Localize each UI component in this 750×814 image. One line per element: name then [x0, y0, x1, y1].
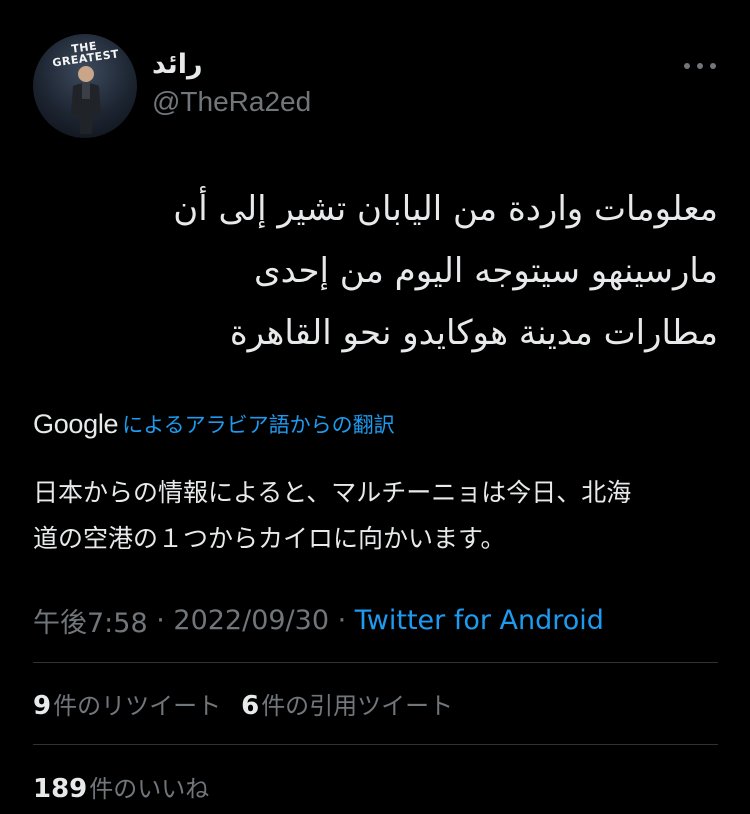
avatar-person-silhouette: [71, 66, 101, 134]
likes-stat[interactable]: 189 件のいいね: [33, 769, 209, 804]
likes-count: 189: [33, 773, 88, 804]
divider: [33, 744, 718, 745]
likes-stats-row: 189 件のいいね: [33, 766, 209, 806]
more-options-button[interactable]: [678, 52, 722, 80]
quote-tweets-label: 件の引用ツイート: [261, 691, 454, 720]
meta-separator: ·: [147, 604, 174, 636]
retweets-stat[interactable]: 9 件のリツイート: [33, 686, 221, 721]
more-horizontal-icon: [684, 63, 716, 69]
translation-link[interactable]: によるアラビア語からの翻訳: [122, 409, 394, 439]
quote-tweets-stat[interactable]: 6 件の引用ツイート: [241, 686, 453, 721]
tweet-source-link[interactable]: Twitter for Android: [355, 605, 604, 636]
likes-label: 件のいいね: [89, 774, 210, 803]
divider: [33, 662, 718, 663]
tweet-time[interactable]: 午後7:58: [33, 601, 148, 640]
author-handle[interactable]: @TheRa2ed: [152, 86, 311, 118]
meta-separator: ·: [329, 604, 355, 636]
retweets-count: 9: [33, 690, 52, 721]
translated-text: 日本からの情報によると、マルチーニョは今日、北海 道の空港の１つからカイロに向か…: [33, 478, 632, 553]
tweet-metadata: 午後7:58 · 2022/09/30 · Twitter for Androi…: [33, 600, 604, 640]
tweet-date[interactable]: 2022/09/30: [173, 605, 329, 636]
retweets-label: 件のリツイート: [53, 691, 222, 720]
google-logo: Google: [33, 408, 119, 439]
retweet-stats-row: 9 件のリツイート 6 件の引用ツイート: [33, 683, 453, 723]
quote-tweets-count: 6: [241, 690, 260, 721]
author-display-name[interactable]: رائد: [152, 49, 203, 80]
avatar[interactable]: THE GREATEST: [33, 34, 137, 138]
translation-attribution: Google によるアラビア語からの翻訳: [33, 404, 395, 444]
tweet-text: معلومات واردة من اليابان تشير إلى أن مار…: [173, 189, 718, 353]
